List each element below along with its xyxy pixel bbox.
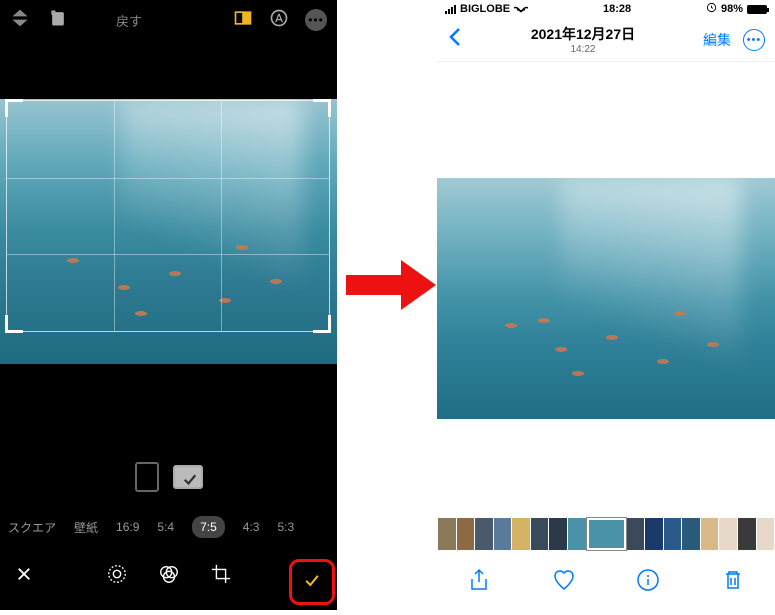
thumbnail[interactable] [494,518,512,550]
thumbnail[interactable] [531,518,549,550]
crop-area[interactable] [0,45,337,367]
orientation-controls [0,462,337,492]
landscape-button[interactable] [173,465,203,489]
battery-pct: 98% [721,3,743,15]
thumbnail[interactable] [512,518,530,550]
rotate-icon[interactable] [48,8,68,33]
photo-date: 2021年12月27日 [531,24,635,44]
thumbnail[interactable] [587,518,626,550]
ratio-option[interactable]: 16:9 [116,520,139,534]
edit-topbar: 戻す ••• [0,0,337,40]
aspect-ratio-row: スクエア 壁紙 16:9 5:4 7:5 4:3 5:3 [0,516,337,538]
edit-bottom-bar [0,552,337,600]
info-icon[interactable] [636,568,660,597]
status-time: 18:28 [603,3,631,15]
heart-icon[interactable] [552,568,576,597]
edit-screen: 戻す ••• [0,0,337,610]
thumbnail[interactable] [719,518,737,550]
photo-display[interactable] [437,178,775,419]
flip-vertical-icon[interactable] [10,8,30,33]
thumbnail[interactable] [757,518,775,550]
adjust-icon[interactable] [106,563,128,590]
thumbnail[interactable] [664,518,682,550]
thumbnail[interactable] [701,518,719,550]
thumbnail[interactable] [627,518,645,550]
confirm-button-highlight [289,559,335,605]
arrow-icon [346,260,436,315]
more-icon[interactable]: ••• [305,9,327,31]
view-bottom-bar [437,560,775,604]
ratio-option[interactable]: 4:3 [243,520,260,534]
filters-icon[interactable] [158,563,180,590]
thumbnail[interactable] [645,518,663,550]
confirm-icon[interactable] [302,570,322,595]
view-screen: BIGLOBE 18:28 98% 2021年12月27日 14:22 [437,0,775,610]
battery-icon [747,5,767,14]
thumbnail[interactable] [457,518,475,550]
status-bar: BIGLOBE 18:28 98% [437,0,775,18]
aspect-ratio-icon[interactable] [233,8,253,33]
ratio-option[interactable]: 5:3 [277,520,294,534]
portrait-button[interactable] [135,462,159,492]
thumbnail-strip[interactable] [437,518,775,550]
undo-button[interactable]: 戻す [116,11,142,30]
thumbnail[interactable] [438,518,456,550]
trash-icon[interactable] [721,568,745,597]
ratio-option[interactable]: 7:5 [192,516,225,538]
rotation-lock-icon [706,2,717,16]
markup-icon[interactable] [269,8,289,33]
photo-time: 14:22 [531,44,635,55]
signal-icon [445,5,456,14]
ratio-option[interactable]: スクエア [8,519,56,536]
ratio-option[interactable]: 壁紙 [74,519,98,536]
crop-icon[interactable] [210,563,232,590]
back-icon[interactable] [447,26,463,53]
cancel-icon[interactable] [15,565,33,588]
thumbnail[interactable] [738,518,756,550]
thumbnail[interactable] [568,518,586,550]
thumbnail[interactable] [475,518,493,550]
carrier-label: BIGLOBE [460,3,510,15]
thumbnail[interactable] [549,518,567,550]
wifi-icon [514,3,528,16]
nav-bar: 2021年12月27日 14:22 編集 ••• [437,18,775,62]
thumbnail[interactable] [682,518,700,550]
more-icon[interactable]: ••• [743,29,765,51]
share-icon[interactable] [467,568,491,597]
edit-button[interactable]: 編集 [703,30,731,50]
crop-frame[interactable] [6,100,330,332]
ratio-option[interactable]: 5:4 [157,520,174,534]
